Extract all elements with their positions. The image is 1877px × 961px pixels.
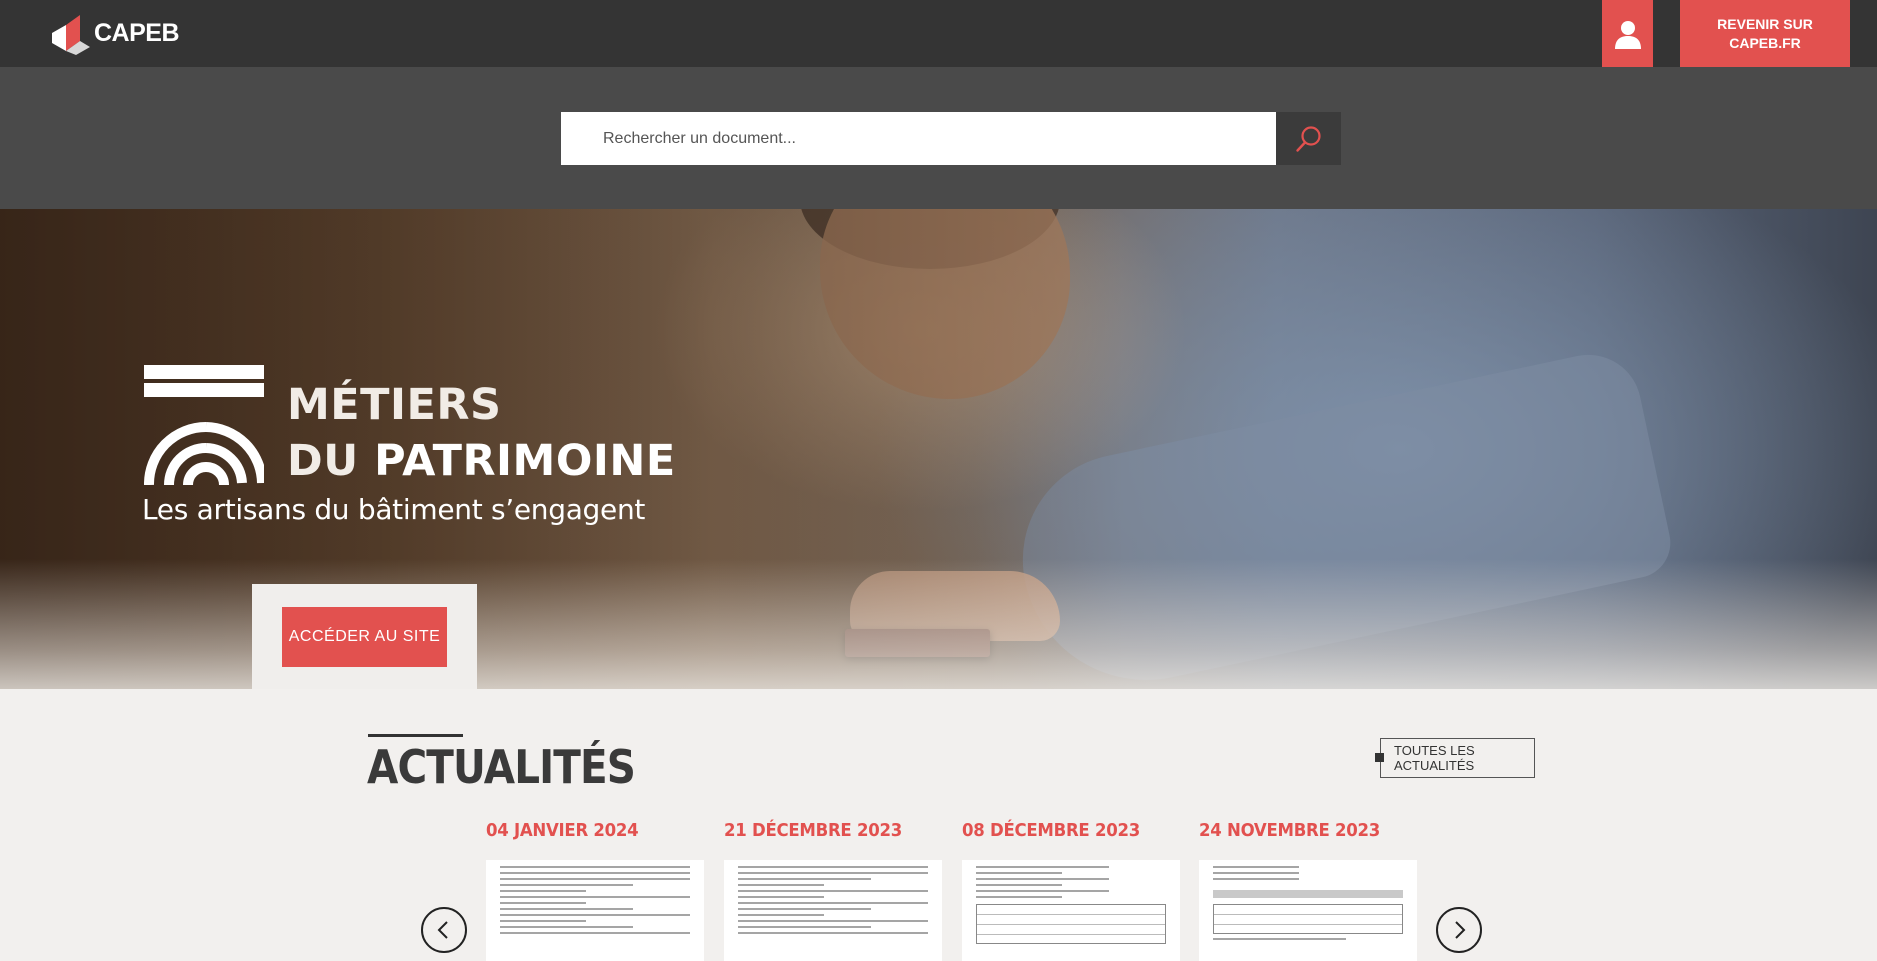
back-to-capeb-button[interactable]: REVENIR SUR CAPEB.FR xyxy=(1680,0,1850,67)
news-card-date[interactable]: 24 NOVEMBRE 2023 xyxy=(1199,820,1380,841)
news-heading: ACTUALITÉS xyxy=(367,740,636,794)
news-card-date[interactable]: 04 JANVIER 2024 xyxy=(486,820,639,841)
news-card-date[interactable]: 08 DÉCEMBRE 2023 xyxy=(962,820,1140,841)
capeb-logo[interactable]: CAPEB xyxy=(52,11,180,55)
hero-title-prefix: DU xyxy=(287,436,359,486)
back-label-line2: CAPEB.FR xyxy=(1729,34,1801,51)
top-bar: CAPEB REVENIR SUR CAPEB.FR xyxy=(0,0,1877,67)
carousel-prev-button[interactable] xyxy=(421,907,467,953)
hero-title-line2: DU PATRIMOINE xyxy=(287,433,676,489)
search-band xyxy=(0,67,1877,209)
all-news-label: TOUTES LES ACTUALITÉS xyxy=(1394,743,1475,773)
hero-subtitle: Les artisans du bâtiment s’engagent xyxy=(142,493,646,526)
hero-title: MÉTIERS DU PATRIMOINE xyxy=(287,377,676,489)
news-card-date[interactable]: 21 DÉCEMBRE 2023 xyxy=(724,820,902,841)
access-site-button[interactable]: ACCÉDER AU SITE xyxy=(282,607,447,667)
square-bullet-icon xyxy=(1375,753,1384,762)
search-input[interactable] xyxy=(561,112,1276,165)
search-button[interactable] xyxy=(1276,112,1341,165)
capeb-logo-icon xyxy=(52,15,90,55)
news-heading-rule xyxy=(368,734,463,737)
user-account-button[interactable] xyxy=(1602,0,1653,67)
news-card-thumbnail[interactable] xyxy=(486,860,704,961)
chevron-right-icon xyxy=(1455,921,1466,939)
news-card-thumbnail[interactable] xyxy=(1199,860,1417,961)
metiers-patrimoine-logo-icon xyxy=(144,365,264,485)
hero-title-line1: MÉTIERS xyxy=(287,380,502,430)
news-card-thumbnail[interactable] xyxy=(962,860,1180,961)
user-icon xyxy=(1614,20,1641,49)
logo-text: CAPEB xyxy=(94,18,180,47)
back-label-line1: REVENIR SUR xyxy=(1717,15,1813,32)
all-news-button[interactable]: TOUTES LES ACTUALITÉS xyxy=(1375,738,1535,778)
hero-banner: MÉTIERS DU PATRIMOINE Les artisans du bâ… xyxy=(0,209,1877,689)
hero-title-strong: PATRIMOINE xyxy=(374,436,676,486)
carousel-next-button[interactable] xyxy=(1436,907,1482,953)
news-card-thumbnail[interactable] xyxy=(724,860,942,961)
search-icon xyxy=(1295,125,1321,152)
chevron-left-icon xyxy=(437,921,448,939)
